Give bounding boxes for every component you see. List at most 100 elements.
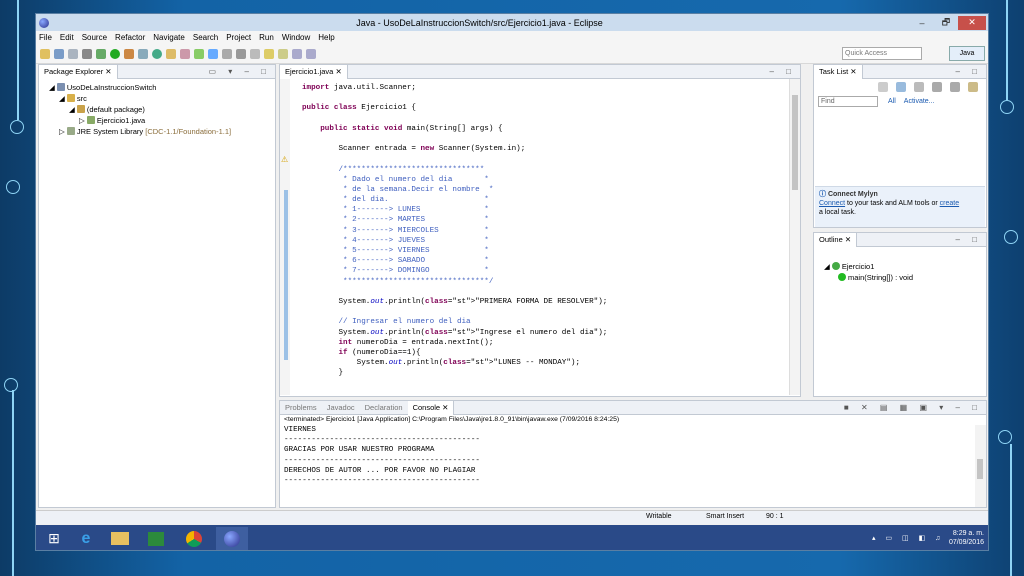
categorized-icon[interactable] (896, 82, 906, 92)
tab-package-explorer[interactable]: Package Explorer ✕ (39, 64, 118, 79)
code-area[interactable]: import java.util.Scanner; public class Ej… (302, 83, 607, 378)
eclipse-app-icon[interactable] (39, 17, 49, 28)
connect-link[interactable]: Connect (819, 200, 845, 207)
package-icon (76, 105, 85, 113)
code-line: * 7-------> DOMINGO * (302, 267, 489, 276)
task-find-input[interactable]: Find (818, 95, 878, 107)
status-cursor-position: 90 : 1 (766, 513, 784, 520)
eclipse-taskbar-icon[interactable] (216, 527, 248, 550)
menu-navigate[interactable]: Navigate (153, 33, 185, 42)
open-type-icon[interactable] (166, 48, 176, 59)
save-icon[interactable] (54, 48, 64, 59)
tab-declaration[interactable]: Declaration (360, 401, 408, 415)
task-controls[interactable]: – □ (955, 67, 982, 76)
store-icon[interactable] (140, 527, 172, 550)
collapse-all-icon[interactable] (950, 82, 960, 92)
annotation-icon[interactable] (194, 48, 204, 59)
back-icon[interactable] (292, 48, 302, 59)
debug-icon[interactable] (96, 48, 106, 59)
activate-link[interactable]: Activate... (904, 98, 935, 105)
mylyn-panel: ⓘ Connect Mylyn Connect to your task and… (815, 186, 985, 227)
tree-item-default-package[interactable]: ◢ (default package) (39, 104, 275, 115)
show-whitespace-icon[interactable] (222, 48, 232, 59)
block-selection-icon[interactable] (236, 48, 246, 59)
outline-controls[interactable]: – □ (955, 235, 982, 244)
new-icon[interactable] (40, 48, 50, 59)
menu-run[interactable]: Run (259, 33, 274, 42)
info-icon: ⓘ (819, 191, 828, 198)
tab-javadoc[interactable]: Javadoc (322, 401, 360, 415)
windows-taskbar: ⊞ e ▴ ▭ ◫ ◧ ♫ 8:29 a. m. 07/09/2016 (36, 525, 988, 550)
view-controls[interactable]: ▭ ▾ – □ (208, 67, 271, 76)
system-tray-icons[interactable]: ▴ ▭ ◫ ◧ ♫ (872, 534, 944, 542)
perspective-label: Java (959, 50, 975, 57)
minimize-button[interactable]: – (910, 16, 934, 30)
new-package-icon[interactable] (152, 48, 162, 59)
menu-window[interactable]: Window (282, 33, 310, 42)
decor-circle (998, 430, 1012, 444)
sync-icon[interactable] (968, 82, 978, 92)
outline-class[interactable]: ◢ Ejercicio1 (814, 261, 986, 272)
tree-item-ejercicio1[interactable]: ▷ Ejercicio1.java (39, 115, 275, 126)
forward-icon[interactable] (306, 48, 316, 59)
ie-icon[interactable]: e (70, 527, 102, 550)
chrome-icon[interactable] (178, 527, 210, 550)
filter-all-link[interactable]: All (888, 98, 896, 105)
start-button[interactable]: ⊞ (38, 527, 70, 550)
outline-method[interactable]: main(String[]) : void (814, 272, 986, 283)
console-line: VIERNES (284, 426, 316, 434)
code-line: public class Ejercicio1 { (302, 104, 416, 113)
scheduled-icon[interactable] (914, 82, 924, 92)
quick-access-input[interactable]: Quick Access (842, 47, 922, 60)
close-button[interactable]: ✕ (958, 15, 986, 30)
maximize-button[interactable]: 🗗 (934, 16, 958, 30)
new-task-icon[interactable] (878, 82, 888, 92)
eclipse-window: Java - UsoDeLaInstruccionSwitch/src/Ejer… (35, 13, 989, 551)
tab-ejercicio1[interactable]: Ejercicio1.java ✕ (280, 64, 348, 79)
file-explorer-icon[interactable] (104, 527, 136, 550)
search-icon[interactable] (180, 48, 190, 59)
windows-logo-icon: ⊞ (48, 530, 60, 546)
tree-item-src[interactable]: ◢ src (39, 93, 275, 104)
create-link[interactable]: create (940, 200, 959, 207)
hide-completed-icon[interactable] (932, 82, 942, 92)
tree-item-project[interactable]: ◢ UsoDeLaInstruccionSwitch (39, 82, 275, 93)
console-controls[interactable]: ■ ✕ ▤ ▦ ▣ ▾ – □ (844, 403, 982, 412)
tab-problems[interactable]: Problems (280, 401, 322, 415)
clock[interactable]: 8:29 a. m. 07/09/2016 (944, 529, 984, 547)
menu-source[interactable]: Source (82, 33, 107, 42)
new-java-project-icon[interactable] (138, 48, 148, 59)
next-annotation-icon[interactable] (250, 48, 260, 59)
editor-scrollbar[interactable] (789, 79, 800, 395)
settings-icon[interactable] (82, 48, 92, 59)
menu-project[interactable]: Project (226, 33, 251, 42)
menu-help[interactable]: Help (318, 33, 334, 42)
external-tools-icon[interactable] (124, 48, 134, 59)
warning-icon[interactable]: ⚠ (281, 155, 288, 164)
editor-controls[interactable]: – □ (769, 67, 796, 76)
tab-task-list[interactable]: Task List ✕ (814, 64, 863, 79)
console-output[interactable]: VIERNES ---------------------------------… (280, 425, 986, 486)
toggle-mark-icon[interactable] (208, 48, 218, 59)
tab-outline[interactable]: Outline ✕ (814, 232, 858, 247)
tree-item-jre[interactable]: ▷ JRE System Library [CDC-1.1/Foundation… (39, 126, 275, 137)
menu-refactor[interactable]: Refactor (115, 33, 145, 42)
run-icon[interactable] (110, 48, 120, 59)
outline-tree: ◢ Ejercicio1 main(String[]) : void (814, 247, 986, 283)
library-icon (66, 127, 75, 135)
console-line: ----------------------------------------… (284, 456, 480, 465)
console-scrollbar[interactable] (975, 425, 986, 507)
print-icon[interactable] (68, 48, 78, 59)
previous-annotation-icon[interactable] (264, 48, 274, 59)
menu-edit[interactable]: Edit (60, 33, 74, 42)
editor-scroll-thumb[interactable] (792, 95, 798, 190)
menu-search[interactable]: Search (193, 33, 218, 42)
console-scroll-thumb[interactable] (977, 459, 983, 479)
tab-console[interactable]: Console ✕ (407, 400, 455, 415)
menu-file[interactable]: File (39, 33, 52, 42)
java-perspective-button[interactable]: Java (949, 46, 985, 61)
status-writable: Writable (646, 513, 672, 520)
last-edit-icon[interactable] (278, 48, 288, 59)
